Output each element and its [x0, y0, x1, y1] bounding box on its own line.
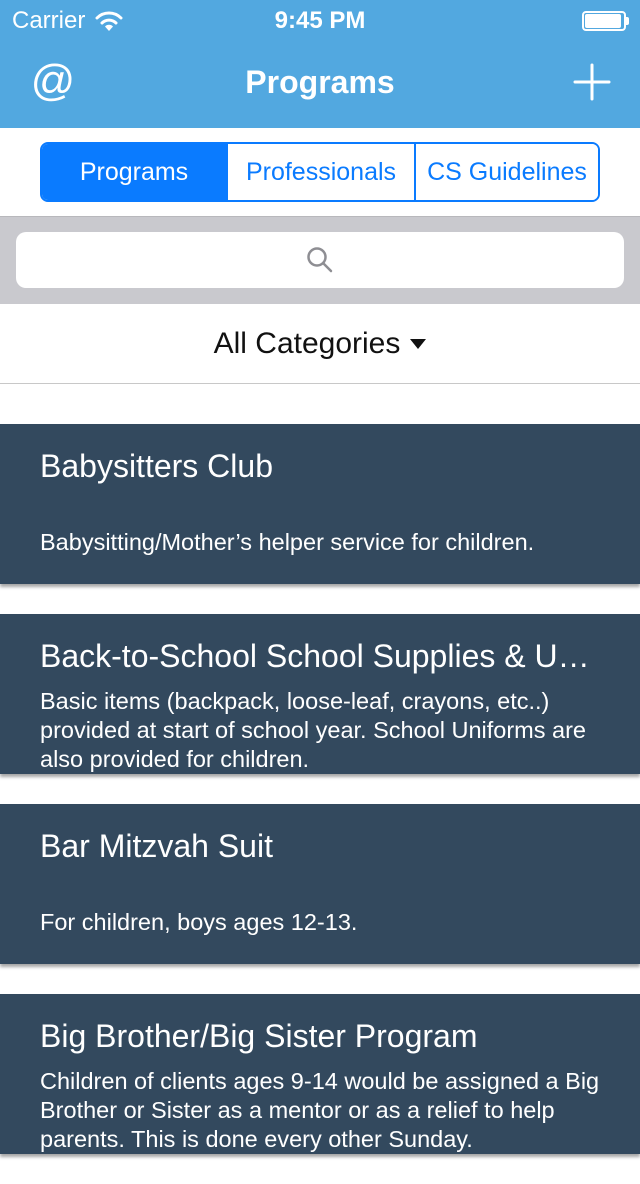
status-time: 9:45 PM: [274, 7, 366, 34]
category-filter-dropdown[interactable]: All Categories: [0, 304, 640, 384]
segmented-control: Programs Professionals CS Guidelines: [40, 142, 600, 202]
program-card[interactable]: Bar Mitzvah Suit For children, boys ages…: [0, 804, 640, 964]
program-title: Babysitters Club: [40, 448, 273, 484]
status-bar: Carrier 9:45 PM: [0, 0, 640, 40]
program-title: Bar Mitzvah Suit: [40, 828, 273, 864]
search-bar: [0, 216, 640, 304]
tab-cs-guidelines[interactable]: CS Guidelines: [414, 144, 598, 200]
programs-list: Babysitters Club Babysitting/Mother’s he…: [0, 424, 640, 1184]
battery-icon: [582, 11, 629, 31]
plus-icon[interactable]: [572, 62, 612, 102]
category-filter-label: All Categories: [213, 326, 401, 360]
caret-down-icon: [410, 338, 427, 349]
program-card[interactable]: Big Brother/Big Sister Program Children …: [0, 994, 640, 1154]
program-title: Back-to-School School Supplies & Uniform…: [40, 638, 600, 674]
program-description: Babysitting/Mother’s helper service for …: [40, 529, 535, 555]
search-input[interactable]: [16, 232, 624, 288]
tab-professionals[interactable]: Professionals: [226, 144, 414, 200]
program-description: Children of clients ages 9-14 would be a…: [40, 1068, 600, 1152]
program-description: Basic items (backpack, loose-leaf, crayo…: [40, 688, 586, 772]
program-card[interactable]: Back-to-School School Supplies & Uniform…: [0, 614, 640, 774]
program-title: Big Brother/Big Sister Program: [40, 1018, 478, 1054]
page-title: Programs: [245, 64, 395, 100]
program-card[interactable]: Babysitters Club Babysitting/Mother’s he…: [0, 424, 640, 584]
program-description: For children, boys ages 12-13.: [40, 909, 358, 935]
tab-programs[interactable]: Programs: [42, 144, 226, 200]
navigation-bar: Carrier 9:45 PM @ Programs: [0, 0, 640, 128]
search-icon: [307, 247, 333, 273]
